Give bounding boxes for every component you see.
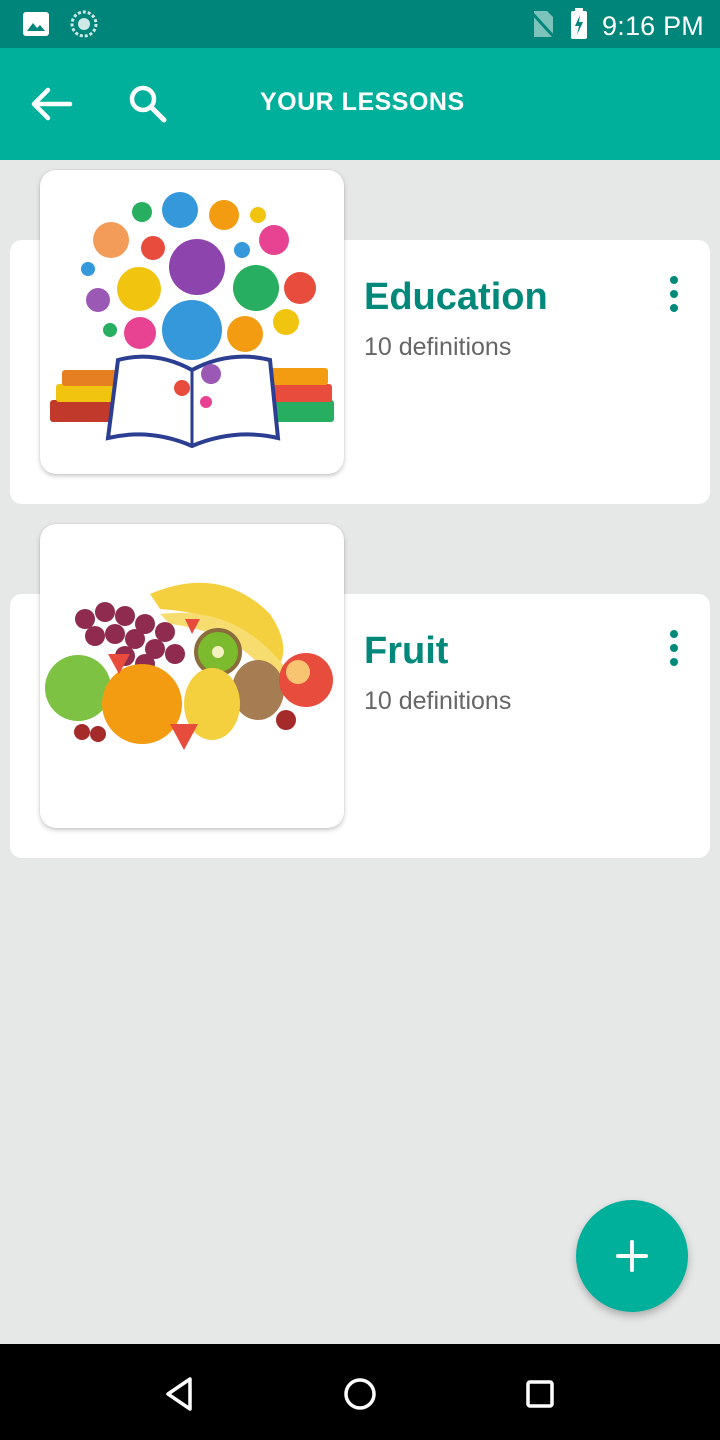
education-illustration	[50, 192, 334, 449]
nav-back-button[interactable]	[160, 1374, 200, 1414]
app-bar: YOUR LESSONS	[0, 48, 720, 160]
lesson-menu-button[interactable]	[664, 276, 684, 316]
battery-charging-icon	[570, 8, 588, 44]
lesson-subtitle: 10 definitions	[364, 333, 512, 361]
back-button[interactable]	[26, 84, 74, 124]
status-left	[22, 10, 98, 42]
image-icon	[22, 11, 50, 41]
sync-icon	[70, 10, 98, 42]
status-right: 9:16 PM	[530, 8, 704, 44]
add-icon	[616, 1240, 648, 1272]
back-triangle-icon	[166, 1377, 192, 1411]
fruit-illustration	[45, 582, 333, 750]
lesson-subtitle: 10 definitions	[364, 687, 512, 715]
lesson-menu-button[interactable]	[664, 630, 684, 670]
more-vert-icon	[670, 630, 678, 638]
search-icon	[129, 85, 167, 123]
home-circle-icon	[344, 1378, 376, 1410]
system-nav-bar	[0, 1344, 720, 1440]
more-vert-icon	[670, 276, 678, 284]
search-button[interactable]	[126, 82, 170, 126]
lesson-thumbnail-education[interactable]	[40, 170, 344, 474]
page-title: YOUR LESSONS	[260, 88, 465, 116]
no-sim-icon	[530, 9, 556, 43]
arrow-back-icon	[31, 87, 73, 121]
status-bar: 9:16 PM	[0, 0, 720, 48]
nav-recents-button[interactable]	[520, 1374, 560, 1414]
lesson-title: Education	[364, 276, 548, 318]
recents-square-icon	[526, 1380, 554, 1408]
add-lesson-button[interactable]	[576, 1200, 688, 1312]
nav-home-button[interactable]	[340, 1374, 380, 1414]
lesson-title: Fruit	[364, 630, 449, 672]
lesson-thumbnail-fruit[interactable]	[40, 524, 344, 828]
status-time: 9:16 PM	[602, 10, 704, 41]
